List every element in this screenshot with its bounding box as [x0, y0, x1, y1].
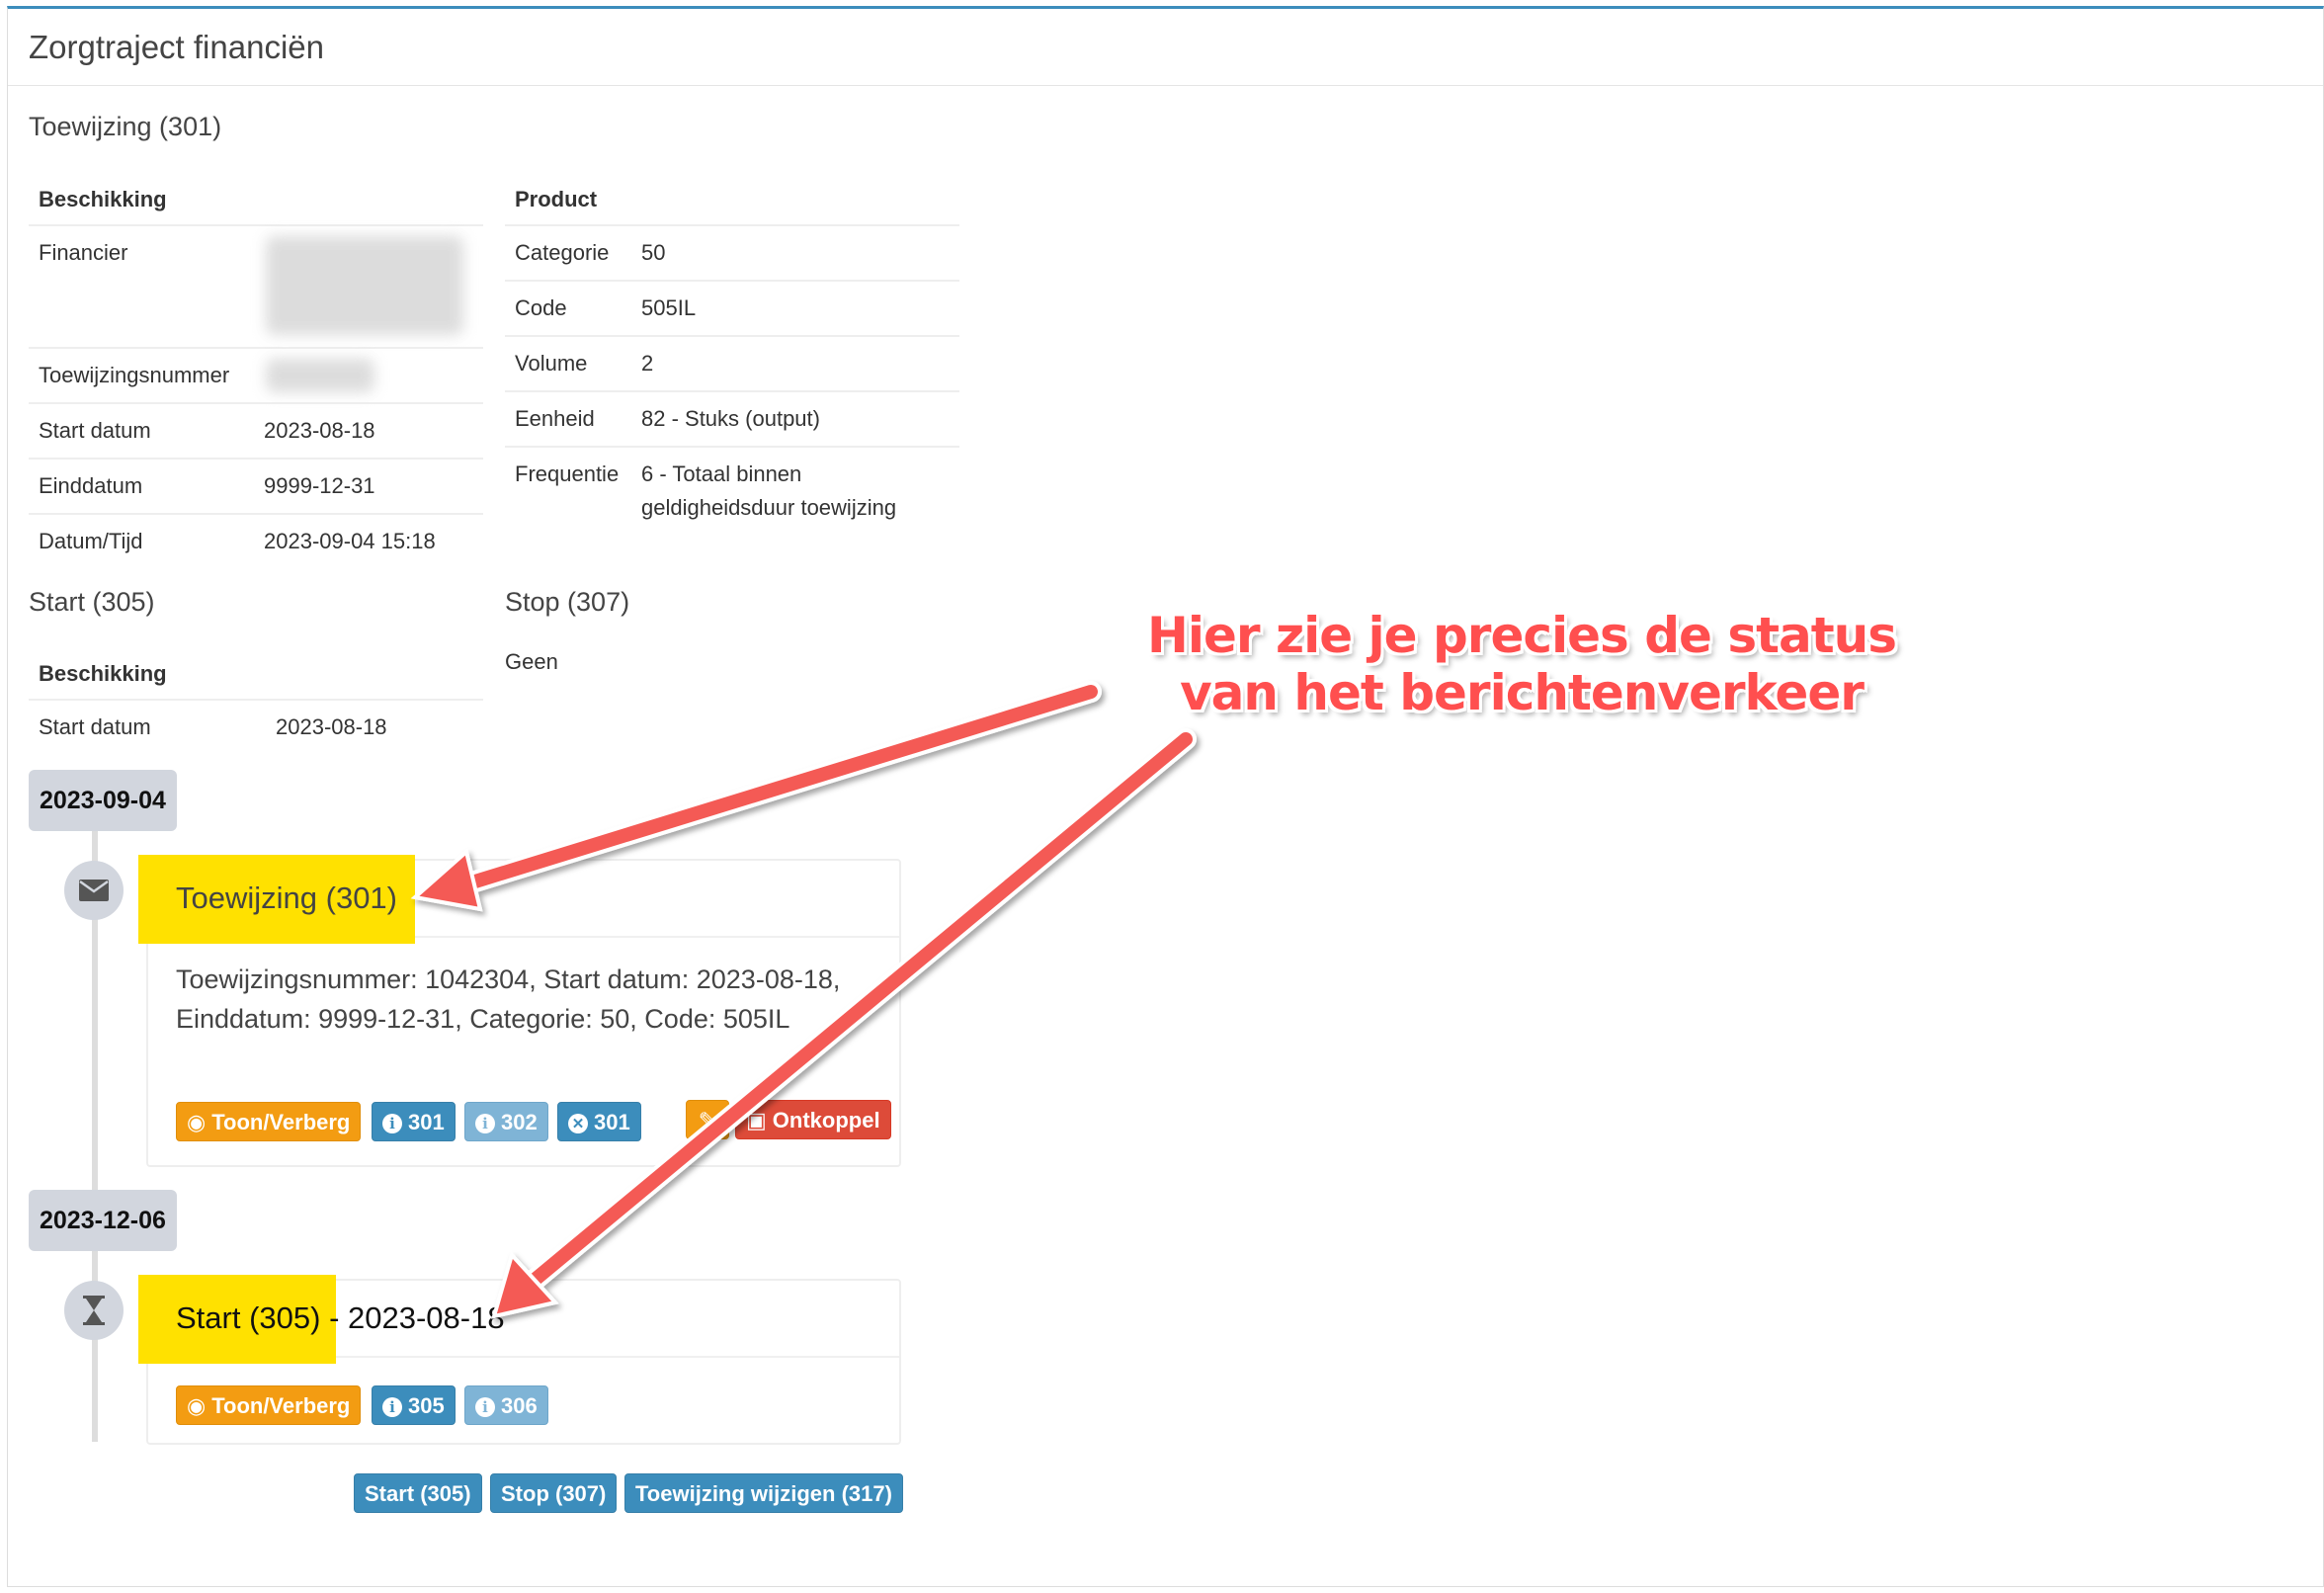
- table-row: Start datum 2023-08-18: [29, 699, 483, 754]
- product-heading: Product: [515, 187, 598, 211]
- eye-icon: ◉: [187, 1110, 207, 1134]
- table-row: Start datum 2023-08-18: [29, 402, 483, 458]
- stop-value: Geen: [505, 649, 558, 674]
- annotation-line: van het berichtenverkeer: [1180, 664, 1865, 721]
- timeline-date-badge: 2023-09-04: [29, 770, 177, 831]
- row-value: 2023-08-18: [276, 714, 387, 739]
- panel-header: Zorgtraject financiën: [8, 9, 2323, 86]
- toggle-button[interactable]: ◉ Toon/Verberg: [176, 1102, 362, 1141]
- envelope-icon: [64, 861, 124, 920]
- row-key: Toewijzingsnummer: [39, 363, 230, 387]
- stop-307-button[interactable]: Stop (307): [490, 1473, 618, 1513]
- edit-button[interactable]: ✎: [686, 1100, 729, 1139]
- info-icon: i: [382, 1114, 402, 1133]
- info-icon: i: [475, 1397, 495, 1417]
- row-key: Categorie: [515, 240, 610, 265]
- row-key: Einddatum: [39, 473, 143, 498]
- toewijzing-wijzigen-button[interactable]: Toewijzing wijzigen (317): [624, 1473, 903, 1513]
- start-beschikking-heading: Beschikking: [39, 661, 167, 686]
- body-line: Toewijzingsnummer: 1042304, Start datum:…: [176, 964, 841, 994]
- info-306-button[interactable]: i 306: [464, 1385, 548, 1425]
- toewijzing-section-title: Toewijzing (301): [29, 112, 222, 141]
- close-circle-icon: ✕: [568, 1114, 588, 1133]
- row-key: Code: [515, 295, 567, 320]
- info-icon: i: [382, 1397, 402, 1417]
- timeline-date-badge: 2023-12-06: [29, 1190, 177, 1251]
- table-row: Code 505IL: [505, 280, 959, 335]
- row-value: 50: [641, 240, 666, 265]
- timeline-item-title: Toewijzing (301): [176, 880, 397, 915]
- table-row: Toewijzingsnummer: [29, 347, 483, 402]
- info-301-button[interactable]: i 301: [372, 1102, 456, 1141]
- stop-section-title: Stop (307): [505, 587, 630, 617]
- timeline-item-body: Toewijzingsnummer: 1042304, Start datum:…: [176, 960, 887, 1039]
- redacted-value: [266, 359, 374, 392]
- beschikking-heading: Beschikking: [39, 187, 167, 211]
- start-table: Beschikking Start datum 2023-08-18: [29, 653, 483, 762]
- info-305-button[interactable]: i 305: [372, 1385, 456, 1425]
- row-value: 6 - Totaal binnen: [641, 461, 802, 486]
- timeline-item-start: Start (305) - 2023-08-18 ◉ Toon/Verberg i…: [138, 1275, 901, 1445]
- redacted-value: [266, 236, 463, 335]
- row-key: Volume: [515, 351, 588, 376]
- row-key: Financier: [39, 240, 128, 265]
- table-row: Einddatum 9999-12-31: [29, 458, 483, 513]
- row-key: Start datum: [39, 714, 151, 739]
- row-key: Frequentie: [515, 461, 620, 486]
- start-305-button[interactable]: Start (305): [354, 1473, 482, 1513]
- table-row: Financier: [29, 224, 483, 347]
- table-row: Eenheid 82 - Stuks (output): [505, 390, 959, 446]
- close-301-button[interactable]: ✕ 301: [557, 1102, 641, 1141]
- timeline-item-toewijzing: Toewijzing (301) Toewijzingsnummer: 1042…: [138, 855, 901, 1167]
- eye-icon: ◉: [187, 1393, 207, 1418]
- product-table: Product Categorie 50 Code 505IL Volume 2…: [505, 177, 959, 533]
- toggle-button[interactable]: ◉ Toon/Verberg: [176, 1385, 362, 1425]
- table-row: Volume 2: [505, 335, 959, 390]
- annotation-callout: Hier zie je precies de status van het be…: [1146, 607, 1897, 721]
- row-value: 2023-08-18: [264, 418, 375, 443]
- table-row: Datum/Tijd 2023-09-04 15:18: [29, 513, 483, 568]
- info-302-button[interactable]: i 302: [464, 1102, 548, 1141]
- pencil-icon: ✎: [698, 1108, 717, 1132]
- body-line: Einddatum: 9999-12-31, Categorie: 50, Co…: [176, 1004, 790, 1034]
- beschikking-table: Beschikking Financier Toewijzingsnummer …: [29, 177, 483, 572]
- row-key: Start datum: [39, 418, 151, 443]
- timeline-item-title: Start (305) - 2023-08-18: [176, 1300, 505, 1335]
- table-row: Categorie 50: [505, 224, 959, 280]
- hourglass-icon: [64, 1281, 124, 1340]
- unlink-icon: ▣: [746, 1108, 767, 1132]
- ontkoppel-button[interactable]: ▣ Ontkoppel: [735, 1100, 891, 1139]
- info-icon: i: [475, 1114, 495, 1133]
- row-key: Datum/Tijd: [39, 529, 143, 553]
- annotation-line: Hier zie je precies de status: [1147, 607, 1897, 664]
- row-value: 9999-12-31: [264, 473, 375, 498]
- table-row: Frequentie 6 - Totaal binnen geldigheids…: [505, 446, 959, 525]
- row-value: 2023-09-04 15:18: [264, 529, 436, 553]
- page-title: Zorgtraject financiën: [29, 29, 324, 65]
- row-value: 505IL: [641, 295, 697, 320]
- row-key: Eenheid: [515, 406, 595, 431]
- row-value: 2: [641, 351, 654, 376]
- row-value-line2: geldigheidsduur toewijzing: [641, 495, 897, 520]
- start-section-title: Start (305): [29, 587, 155, 617]
- financien-panel: Zorgtraject financiën Toewijzing (301) B…: [7, 6, 2324, 1587]
- row-value: 82 - Stuks (output): [641, 406, 820, 431]
